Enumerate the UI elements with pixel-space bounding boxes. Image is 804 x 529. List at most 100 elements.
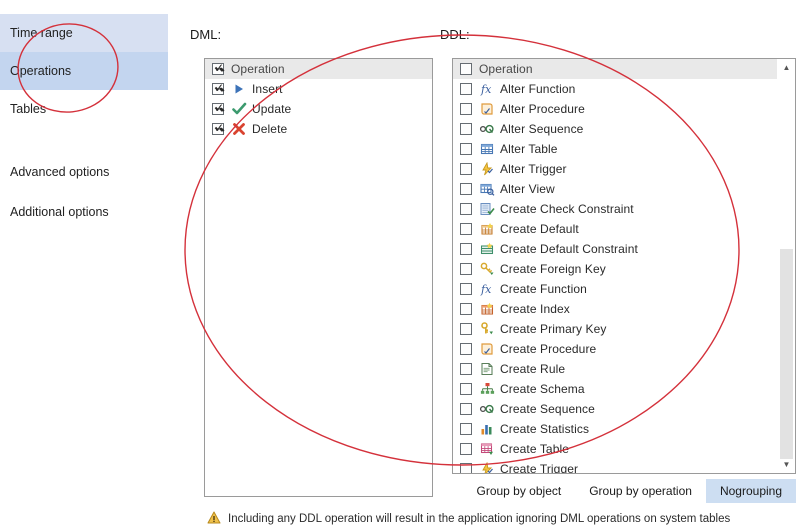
list-item[interactable]: fx Alter Function [453, 79, 778, 99]
group-by-operation-button[interactable]: Group by operation [575, 479, 706, 503]
ddl-row-checkbox[interactable] [460, 223, 472, 235]
schema-icon [479, 381, 495, 397]
ddl-row-checkbox[interactable] [460, 203, 472, 215]
grouping-button-bar: Group by object Group by operation No gr… [452, 479, 796, 503]
ddl-header-row[interactable]: Operation [453, 59, 778, 79]
dml-delete-checkbox[interactable]: ✓ [212, 121, 224, 135]
ddl-row-checkbox[interactable] [460, 383, 472, 395]
group-by-object-button[interactable]: Group by object [462, 479, 575, 503]
ddl-panel-caption: DDL: [440, 27, 470, 42]
dml-list-viewport: ✓ Operation ✓ Insert ✓ Update ✓ Delete [205, 59, 432, 496]
ddl-row-checkbox[interactable] [460, 243, 472, 255]
ddl-row-checkbox[interactable] [460, 283, 472, 295]
list-item[interactable]: Create Schema [453, 379, 778, 399]
sidebar-item-operations[interactable]: Operations [0, 52, 168, 90]
procedure-icon [479, 101, 495, 117]
warning-message: Including any DDL operation will result … [207, 511, 730, 527]
svg-text:fx: fx [480, 83, 492, 96]
ddl-row-checkbox[interactable] [460, 263, 472, 275]
foreign-key-icon [479, 261, 495, 277]
ddl-row-checkbox[interactable] [460, 83, 472, 95]
dml-operations-list[interactable]: ✓ Operation ✓ Insert ✓ Update ✓ Delete [204, 58, 433, 497]
ddl-row-checkbox[interactable] [460, 423, 472, 435]
sidebar-item-label: Tables [10, 102, 47, 116]
sidebar-item-label: Advanced options [10, 165, 110, 179]
list-item-label: Update [252, 102, 292, 116]
trigger-icon [479, 161, 495, 177]
ddl-row-checkbox[interactable] [460, 343, 472, 355]
function-fx-icon: fx [479, 81, 495, 97]
list-item-label: Create Procedure [500, 342, 597, 356]
list-item-label: Create Default [500, 222, 579, 236]
list-item[interactable]: Create Check Constraint [453, 199, 778, 219]
list-item-label: Create Statistics [500, 422, 590, 436]
primary-key-icon [479, 321, 495, 337]
ddl-row-checkbox[interactable] [460, 143, 472, 155]
list-item[interactable]: Alter Table [453, 139, 778, 159]
list-item-label: Alter View [500, 182, 555, 196]
ddl-row-checkbox[interactable] [460, 403, 472, 415]
list-item[interactable]: Create Trigger [453, 459, 778, 473]
list-item-label: Alter Sequence [500, 122, 584, 136]
sidebar-item-time-range[interactable]: Time range [0, 14, 168, 52]
list-item[interactable]: Alter Trigger [453, 159, 778, 179]
sidebar-item-label: Operations [10, 64, 72, 78]
scroll-up-arrow-icon[interactable]: ▲ [778, 59, 795, 76]
list-item[interactable]: Create Default Constraint [453, 239, 778, 259]
dml-insert-checkbox[interactable]: ✓ [212, 81, 224, 95]
ddl-row-checkbox[interactable] [460, 103, 472, 115]
sequence-icon [479, 121, 495, 137]
ddl-row-checkbox[interactable] [460, 443, 472, 455]
list-item[interactable]: Alter Sequence [453, 119, 778, 139]
check-constraint-icon [479, 201, 495, 217]
list-item[interactable]: Alter Procedure [453, 99, 778, 119]
list-item[interactable]: Create Index [453, 299, 778, 319]
dml-header-row[interactable]: ✓ Operation [205, 59, 432, 79]
list-item-label: Create Trigger [500, 462, 579, 473]
list-item[interactable]: Create Rule [453, 359, 778, 379]
list-item[interactable]: Create Sequence [453, 399, 778, 419]
list-item[interactable]: Create Default [453, 219, 778, 239]
table-icon [479, 141, 495, 157]
list-item[interactable]: ✓ Delete [205, 119, 432, 139]
dml-header-label: Operation [231, 62, 285, 76]
dml-select-all-checkbox[interactable]: ✓ [212, 61, 224, 75]
ddl-select-all-checkbox[interactable] [460, 63, 472, 75]
ddl-header-label: Operation [479, 62, 533, 76]
list-item[interactable]: Create Primary Key [453, 319, 778, 339]
sidebar-item-additional-options[interactable]: Additional options [0, 192, 168, 232]
list-item[interactable]: ✓ Update [205, 99, 432, 119]
ddl-row-checkbox[interactable] [460, 323, 472, 335]
ddl-list-scrollbar[interactable]: ▲ ▼ [777, 59, 795, 473]
list-item[interactable]: Create Procedure [453, 339, 778, 359]
list-item[interactable]: Alter View [453, 179, 778, 199]
scrollbar-thumb[interactable] [780, 249, 793, 459]
list-item[interactable]: Create Table [453, 439, 778, 459]
ddl-row-checkbox[interactable] [460, 183, 472, 195]
default-constraint-icon [479, 241, 495, 257]
ddl-row-checkbox[interactable] [460, 163, 472, 175]
ddl-operations-list[interactable]: Operation fx Alter Function Alter Procedur… [452, 58, 796, 474]
ddl-row-checkbox[interactable] [460, 123, 472, 135]
scroll-down-arrow-icon[interactable]: ▼ [778, 456, 795, 473]
list-item-label: Create Rule [500, 362, 566, 376]
ddl-row-checkbox[interactable] [460, 363, 472, 375]
list-item-label: Alter Trigger [500, 162, 567, 176]
update-check-icon [231, 101, 247, 117]
list-item[interactable]: Create Foreign Key [453, 259, 778, 279]
list-item[interactable]: Create Statistics [453, 419, 778, 439]
list-item-label: Alter Table [500, 142, 558, 156]
sidebar-item-advanced-options[interactable]: Advanced options [0, 152, 168, 192]
list-item[interactable]: fx Create Function [453, 279, 778, 299]
settings-nav-secondary: Advanced options Additional options [0, 152, 168, 232]
ddl-row-checkbox[interactable] [460, 303, 472, 315]
ddl-row-checkbox[interactable] [460, 463, 472, 473]
dml-update-checkbox[interactable]: ✓ [212, 101, 224, 115]
ddl-list-viewport: Operation fx Alter Function Alter Procedur… [453, 59, 778, 473]
svg-text:fx: fx [480, 283, 492, 296]
list-item[interactable]: ✓ Insert [205, 79, 432, 99]
sidebar-item-tables[interactable]: Tables [0, 90, 168, 128]
no-grouping-button[interactable]: No g rouping [705, 479, 796, 503]
table-create-icon [479, 441, 495, 457]
default-icon [479, 221, 495, 237]
